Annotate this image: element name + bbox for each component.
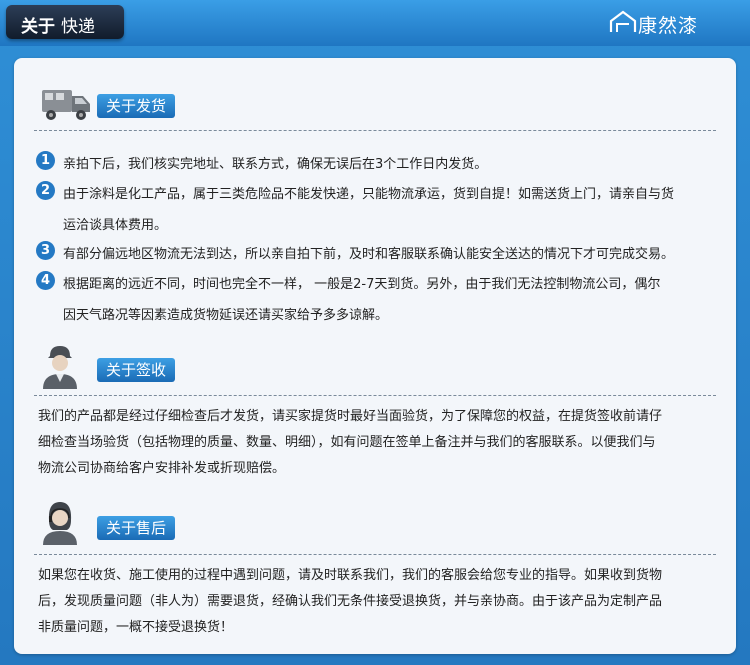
after-sales-paragraph: 如果您在收货、施工使用的过程中遇到问题，请及时联系我们，我们的客服会给您专业的指… (38, 563, 718, 641)
shipping-item-3-line-1: 有部分偏远地区物流无法到达，所以亲自拍下前，及时和客服联系确认能安全送达的情况下… (63, 247, 675, 262)
section-divider (34, 395, 716, 396)
item-number-badge: 4 (36, 271, 55, 290)
page-title-tab: 关于 快递 (6, 5, 124, 39)
shipping-item-2-line-2: 运洽谈具体费用。 (63, 218, 168, 233)
after-sales-line-1: 如果您在收货、施工使用的过程中遇到问题，请及时联系我们，我们的客服会给您专业的指… (38, 568, 663, 583)
signing-line-2: 细检查当场验货（包括物理的质量、数量、明细），如有问题在签单上备注并与我们的客服… (38, 435, 656, 450)
signing-paragraph: 我们的产品都是经过仔细检查后才发货，请买家提货时最好当面验货，为了保障您的权益，… (38, 404, 718, 482)
after-sales-line-3: 非质量问题，一概不接受退换货！ (38, 620, 234, 635)
section-heading-signing: 关于签收 (97, 358, 176, 382)
item-number-badge: 1 (36, 151, 55, 170)
delivery-truck-icon (42, 90, 90, 120)
signing-line-3: 物流公司协商给客户安排补发或折现赔偿。 (38, 461, 286, 476)
customer-service-icon (43, 502, 77, 545)
page: 关于 快递 康然漆 关于发货 1 亲拍下后，我们核实完地址、联系方式，确保无误后… (0, 0, 750, 665)
page-title-bold: 关于 (21, 17, 55, 37)
header-bar: 关于 快递 康然漆 (0, 0, 750, 46)
shipping-item-4-line-1: 根据距离的远近不同，时间也完全不一样， 一般是2-7天到货。另外，由于我们无法控… (63, 277, 661, 292)
section-divider (34, 554, 716, 555)
content-card: 关于发货 1 亲拍下后，我们核实完地址、联系方式，确保无误后在3个工作日内发货。… (14, 58, 736, 654)
shipping-item-1-line-1: 亲拍下后，我们核实完地址、联系方式，确保无误后在3个工作日内发货。 (63, 157, 488, 172)
brand-logo: 康然漆 (608, 8, 732, 37)
section-divider (34, 130, 716, 131)
section-heading-after-sales: 关于售后 (97, 516, 176, 540)
page-title-light: 快递 (61, 17, 95, 37)
signing-line-1: 我们的产品都是经过仔细检查后才发货，请买家提货时最好当面验货，为了保障您的权益，… (38, 409, 663, 424)
shipping-item-2-line-1: 由于涂料是化工产品，属于三类危险品不能发快递，只能物流承运，货到自提！如需送货上… (63, 187, 675, 202)
item-number-badge: 2 (36, 181, 55, 200)
shipping-item-4-line-2: 因天气路况等因素造成货物延误还请买家给予多多谅解。 (63, 308, 389, 323)
section-heading-shipping: 关于发货 (97, 94, 176, 118)
after-sales-line-2: 后，发现质量问题（非人为）需要退货，经确认我们无条件接受退换货，并与亲协商。由于… (38, 594, 663, 609)
courier-person-icon (43, 346, 77, 389)
item-number-badge: 3 (36, 241, 55, 260)
house-icon (609, 10, 637, 32)
brand-name: 康然漆 (638, 15, 699, 37)
